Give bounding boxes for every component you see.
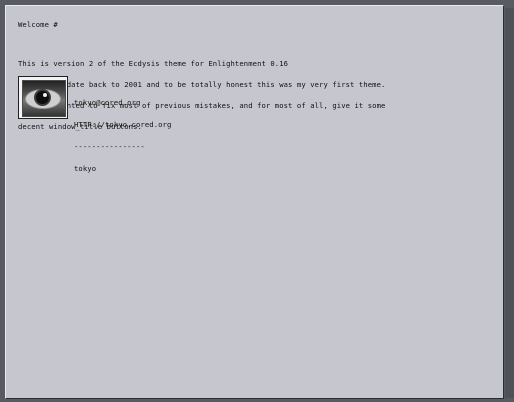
contact-name: tokyo: [74, 164, 97, 173]
eye-avatar-icon: [22, 80, 66, 117]
about-panel: Welcome # This is version 2 of the Ecdys…: [5, 5, 504, 399]
contact-url: HTTP://tokyo.cored.org: [74, 120, 172, 129]
contact-divider: ----------------: [74, 142, 145, 151]
eye-glare-shape: [43, 93, 47, 97]
right-edge-bar: [505, 8, 514, 398]
avatar: [18, 76, 68, 119]
contact-email: tokyo@cored.org: [74, 98, 141, 107]
window-frame: Welcome # This is version 2 of the Ecdys…: [0, 0, 514, 402]
intro-line: This is version 2 of the Ecdysis theme f…: [18, 59, 289, 68]
contact-block: tokyo@cored.org HTTP://tokyo.cored.org -…: [74, 85, 171, 187]
welcome-title: Welcome #: [18, 20, 58, 29]
